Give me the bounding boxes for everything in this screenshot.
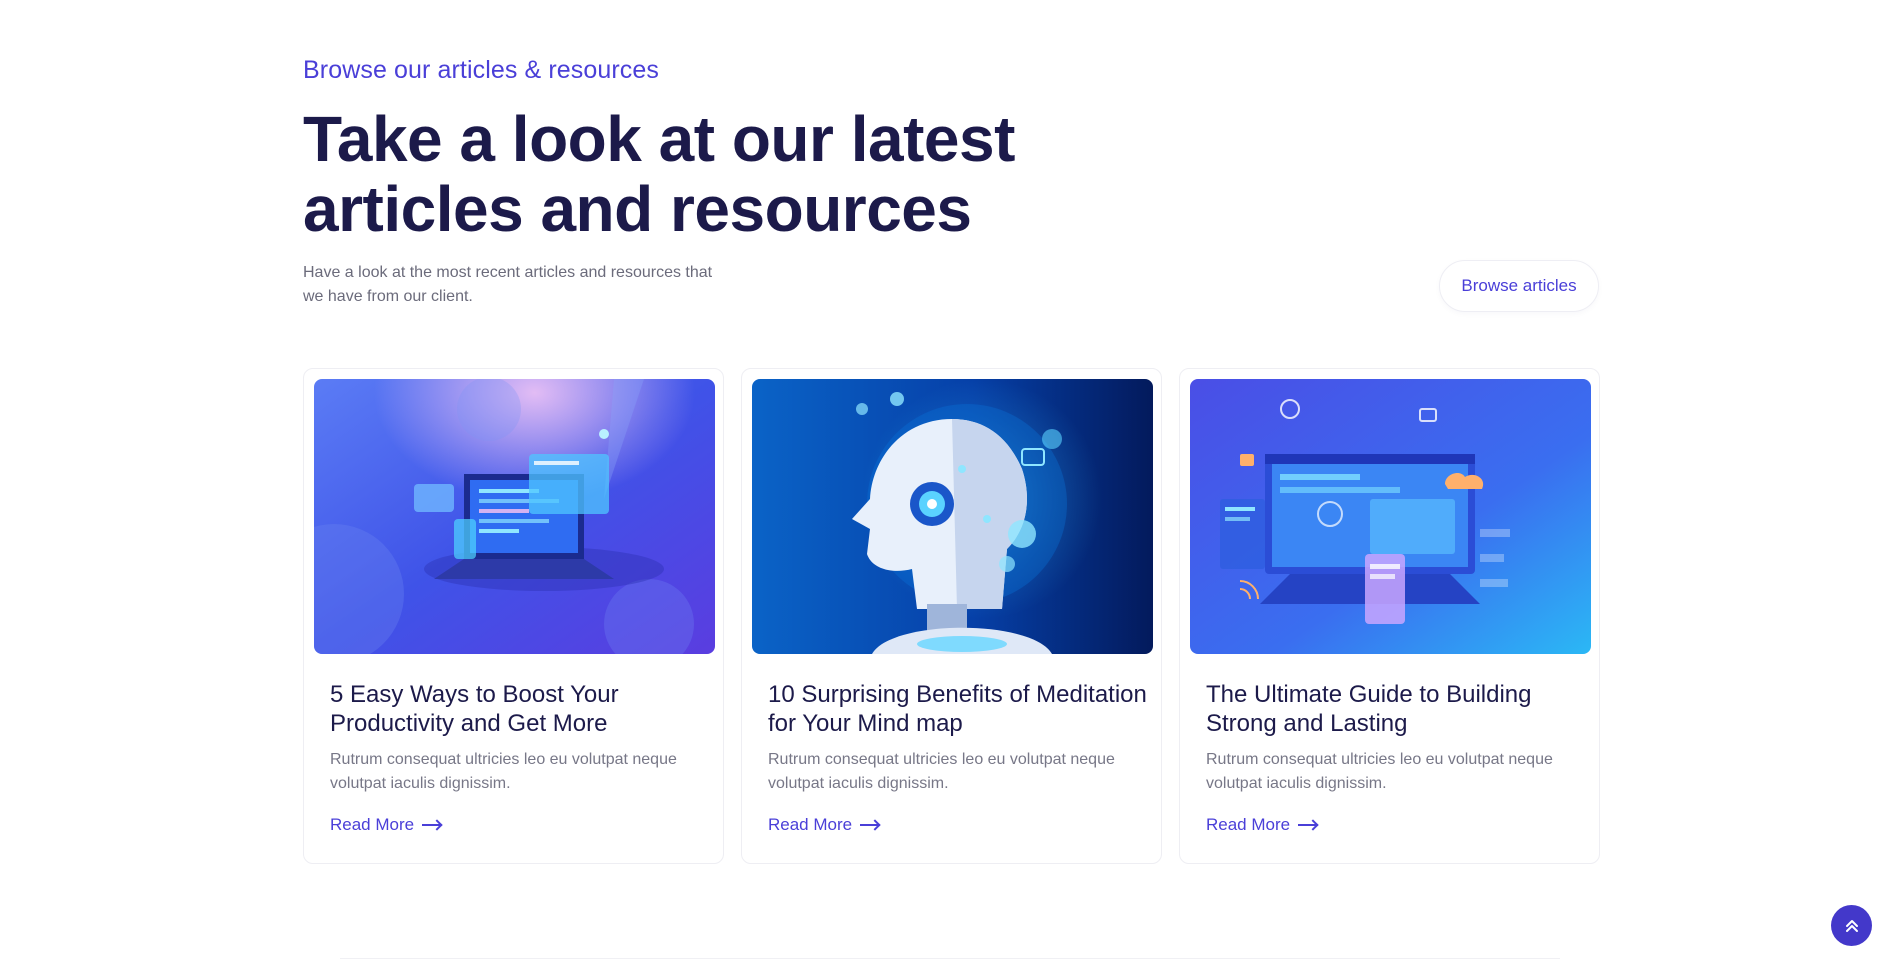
article-excerpt: Rutrum consequat ultricies leo eu volutp… (330, 751, 677, 792)
section-headline: Take a look at our latest articles and r… (303, 103, 1015, 245)
scroll-to-top-button[interactable] (1831, 905, 1872, 946)
section-eyebrow: Browse our articles & resources (303, 56, 660, 84)
read-more-link[interactable]: Read More (1206, 815, 1318, 835)
article-title[interactable]: 5 Easy Ways to Boost Your Productivity a… (330, 680, 710, 738)
read-more-link[interactable]: Read More (768, 815, 880, 835)
arrow-right-icon (1298, 820, 1318, 830)
web-development-illustration[interactable] (1190, 379, 1591, 654)
double-chevron-up-icon (1845, 919, 1858, 932)
read-more-label: Read More (1206, 815, 1291, 834)
ai-robot-head-illustration[interactable] (752, 379, 1153, 654)
arrow-right-icon (422, 820, 442, 830)
read-more-link[interactable]: Read More (330, 815, 442, 835)
article-excerpt: Rutrum consequat ultricies leo eu volutp… (768, 751, 1115, 792)
article-card[interactable]: 10 Surprising Benefits of Meditation for… (741, 368, 1162, 864)
article-card[interactable]: 5 Easy Ways to Boost Your Productivity a… (303, 368, 724, 864)
article-title[interactable]: 10 Surprising Benefits of Meditation for… (768, 680, 1148, 738)
browse-articles-button[interactable]: Browse articles (1439, 260, 1599, 312)
article-title[interactable]: The Ultimate Guide to Building Strong an… (1206, 680, 1586, 738)
read-more-label: Read More (330, 815, 415, 834)
article-cards: 5 Easy Ways to Boost Your Productivity a… (303, 368, 1600, 864)
article-excerpt: Rutrum consequat ultricies leo eu volutp… (1206, 751, 1553, 792)
read-more-label: Read More (768, 815, 853, 834)
section-divider (340, 958, 1560, 959)
article-card[interactable]: The Ultimate Guide to Building Strong an… (1179, 368, 1600, 864)
laptop-code-illustration[interactable] (314, 379, 715, 654)
arrow-right-icon (860, 820, 880, 830)
section-intro: Have a look at the most recent articles … (303, 264, 713, 305)
